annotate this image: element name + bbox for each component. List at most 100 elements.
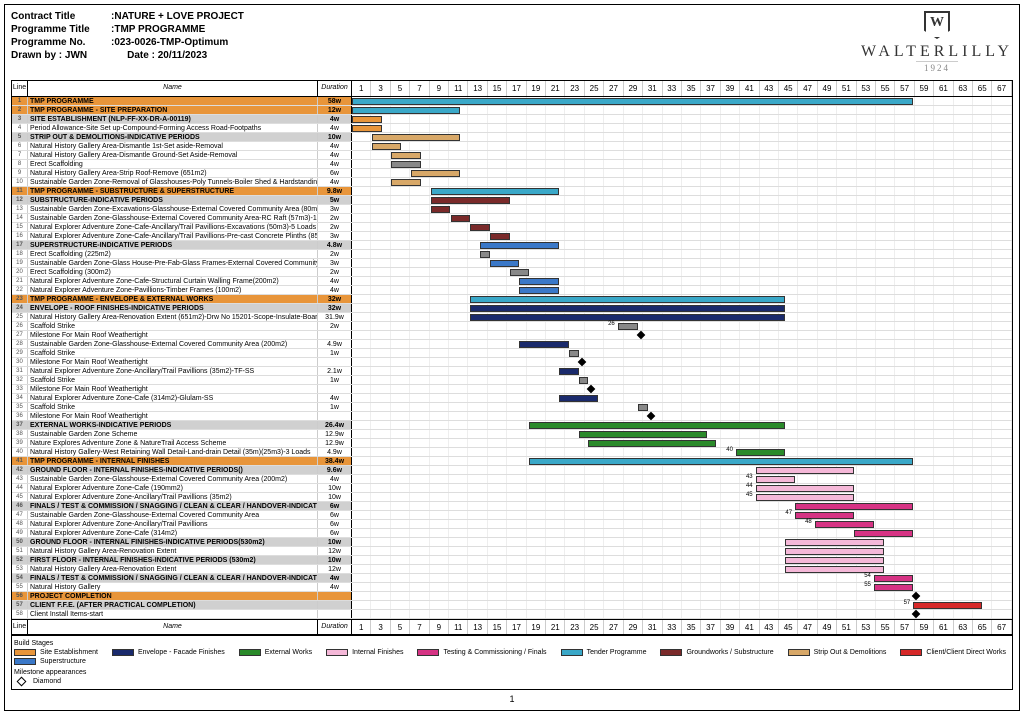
row-number: 26 xyxy=(12,322,28,330)
row-name: GROUND FLOOR - INTERNAL FINISHES-INDICAT… xyxy=(28,466,317,474)
gantt-row: 48Natural Explorer Adventure Zone-Ancill… xyxy=(12,520,1012,529)
gantt-bar xyxy=(736,449,785,456)
week-tick: 33 xyxy=(663,81,682,96)
gantt-bar xyxy=(795,503,913,510)
row-name: Erect Scaffolding (225m2) xyxy=(28,250,317,258)
gantt-row: 5STRIP OUT & DEMOLITIONS-INDICATIVE PERI… xyxy=(12,133,1012,142)
row-duration: 12.9w xyxy=(317,439,351,447)
row-number: 51 xyxy=(12,547,28,555)
row-number: 18 xyxy=(12,250,28,258)
row-bars xyxy=(352,376,1012,384)
week-tick: 47 xyxy=(798,620,817,634)
gantt-bar xyxy=(559,395,598,402)
row-number: 39 xyxy=(12,439,28,447)
gantt-row: 37EXTERNAL WORKS-INDICATIVE PERIODS26.4w xyxy=(12,421,1012,430)
row-duration: 3w xyxy=(317,232,351,240)
company-name: WALTERLILLY xyxy=(861,43,1013,61)
milestone-diamond xyxy=(646,412,654,420)
gantt-bar xyxy=(372,143,402,150)
week-tick: 39 xyxy=(721,81,740,96)
row-number: 21 xyxy=(12,277,28,285)
programme-no: 023-0026-TMP-Optimum xyxy=(114,37,228,48)
row-bars xyxy=(352,430,1012,438)
row-bars xyxy=(352,187,1012,195)
legend: Build Stages Site EstablishmentEnvelope … xyxy=(11,636,1013,690)
date-value: 20/11/2023 xyxy=(158,50,208,61)
legend-swatch xyxy=(14,658,36,665)
week-tick: 1 xyxy=(352,81,371,96)
row-name: CLIENT F.F.E. (AFTER PRACTICAL COMPLETIO… xyxy=(28,601,317,609)
row-number: 30 xyxy=(12,358,28,366)
row-name: Milestone For Main Roof Weathertight xyxy=(28,358,317,366)
gantt-row: 51Natural History Gallery Area-Renovatio… xyxy=(12,547,1012,556)
legend-item: Client/Client Direct Works xyxy=(900,649,1006,656)
gantt-row: 24ENVELOPE - ROOF FINISHES-INDICATIVE PE… xyxy=(12,304,1012,313)
row-name: TMP PROGRAMME xyxy=(28,97,317,105)
row-number: 28 xyxy=(12,340,28,348)
gantt-row: 30Milestone For Main Roof Weathertight xyxy=(12,358,1012,367)
week-tick: 49 xyxy=(818,620,837,634)
col-header-name: Name xyxy=(28,81,317,96)
row-bars xyxy=(352,106,1012,114)
gantt-bar xyxy=(529,458,913,465)
row-bars: 54 xyxy=(352,574,1012,582)
col-header-duration: Duration xyxy=(317,620,351,634)
row-bars xyxy=(352,259,1012,267)
row-number: 23 xyxy=(12,295,28,303)
gantt-row: 13Sustainable Garden Zone-Excavations-Gl… xyxy=(12,205,1012,214)
row-name: ENVELOPE - ROOF FINISHES-INDICATIVE PERI… xyxy=(28,304,317,312)
week-tick: 17 xyxy=(507,620,526,634)
gantt-bar xyxy=(519,278,558,285)
row-name: Natural History Gallery Area-Dismantle G… xyxy=(28,151,317,159)
legend-item: Internal Finishes xyxy=(326,649,403,656)
row-number: 31 xyxy=(12,367,28,375)
legend-swatch xyxy=(14,649,36,656)
row-duration: 2.1w xyxy=(317,367,351,375)
week-tick: 13 xyxy=(468,81,487,96)
row-bars xyxy=(352,178,1012,186)
row-name: FINALS / TEST & COMMISSION / SNAGGING / … xyxy=(28,574,317,582)
row-name: Natural History Gallery Area-Renovation … xyxy=(28,565,317,573)
week-tick: 21 xyxy=(546,620,565,634)
legend-swatch xyxy=(417,649,439,656)
legend-swatch xyxy=(900,649,922,656)
week-tick: 35 xyxy=(682,81,701,96)
gantt-row: 7Natural History Gallery Area-Dismantle … xyxy=(12,151,1012,160)
gantt-bar xyxy=(519,287,558,294)
legend-item: Strip Out & Demolitions xyxy=(788,649,887,656)
gantt-bar xyxy=(854,530,913,537)
row-bars: 26 xyxy=(352,322,1012,330)
row-number: 58 xyxy=(12,610,28,618)
row-name: TMP PROGRAMME - ENVELOPE & EXTERNAL WORK… xyxy=(28,295,317,303)
week-tick: 27 xyxy=(604,620,623,634)
row-number: 29 xyxy=(12,349,28,357)
row-name: Natural History Gallery Area-Renovation … xyxy=(28,547,317,555)
gantt-row: 2TMP PROGRAMME - SITE PREPARATION12w xyxy=(12,106,1012,115)
row-number: 40 xyxy=(12,448,28,456)
milestone-legend-title: Milestone appearances xyxy=(14,669,1010,676)
gantt-bar xyxy=(391,152,421,159)
row-bars xyxy=(352,412,1012,420)
week-tick: 65 xyxy=(973,81,992,96)
bar-label: 57 xyxy=(904,600,911,606)
row-number: 54 xyxy=(12,574,28,582)
row-number: 49 xyxy=(12,529,28,537)
row-number: 17 xyxy=(12,241,28,249)
week-tick: 15 xyxy=(488,620,507,634)
row-number: 10 xyxy=(12,178,28,186)
row-duration: 10w xyxy=(317,538,351,546)
drawn-by-label: Drawn by : xyxy=(11,50,62,61)
row-number: 19 xyxy=(12,259,28,267)
row-name: Scaffold Strike xyxy=(28,349,317,357)
row-duration xyxy=(317,601,351,609)
week-tick: 5 xyxy=(391,81,410,96)
row-name: Natural Explorer Adventure Zone-Pavillio… xyxy=(28,286,317,294)
row-duration: 10w xyxy=(317,556,351,564)
row-number: 1 xyxy=(12,97,28,105)
gantt-row: 50GROUND FLOOR - INTERNAL FINISHES-INDIC… xyxy=(12,538,1012,547)
row-number: 13 xyxy=(12,205,28,213)
row-duration: 32w xyxy=(317,295,351,303)
row-number: 16 xyxy=(12,232,28,240)
gantt-bar xyxy=(451,215,471,222)
gantt-row: 21Natural Explorer Adventure Zone-Cafe-S… xyxy=(12,277,1012,286)
